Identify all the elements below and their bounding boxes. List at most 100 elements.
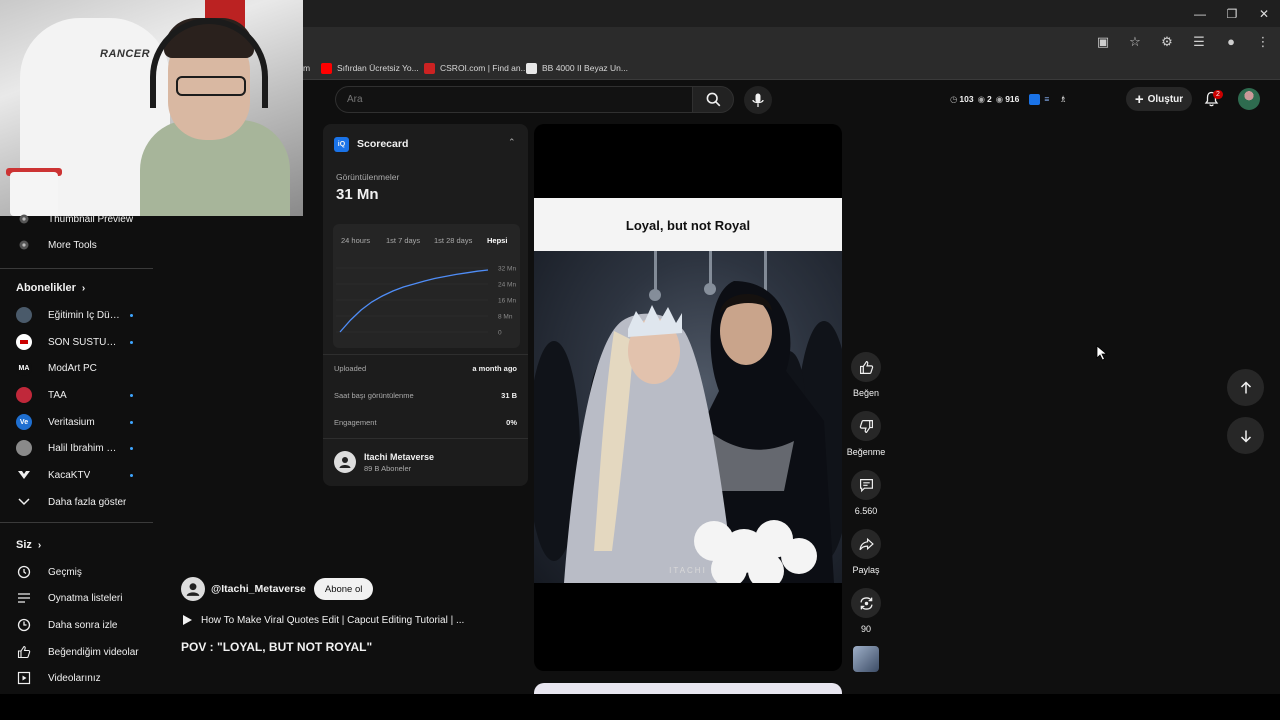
remix-action[interactable]: 90 [845,588,887,634]
sidebar-item-label: ModArt PC [48,362,97,374]
scorecard-header[interactable]: iQ Scorecard [334,136,408,152]
menu-icon[interactable]: ⋮ [1254,33,1272,51]
watch-later-icon [16,617,32,633]
sidebar-show-more[interactable]: Daha fazla göster [0,489,153,515]
new-content-dot [130,420,133,424]
sound-thumbnail[interactable] [853,646,879,672]
tab-first-28-days[interactable]: 1st 28 days [434,236,472,245]
stat-value: 31 B [501,391,517,400]
sidebar-item-subscription[interactable]: SON SUSTURUCU [0,329,153,355]
sidebar-divider [0,268,153,269]
sidebar-item-label: SON SUSTURUCU [48,336,122,348]
bookmark-item[interactable]: m [303,60,310,76]
user-avatar[interactable] [1238,88,1260,110]
bookmark-item[interactable]: CSROI.com | Find an... [424,60,528,76]
profile-icon[interactable]: ● [1222,33,1240,51]
extensions-icon[interactable]: ⚙ [1158,33,1176,51]
sidebar-item-label: KacaKTV [48,469,91,481]
new-content-dot [130,340,133,344]
iq-icon[interactable] [1029,93,1041,105]
channel-subscribers: 89 B Aboneler [364,463,412,473]
sidebar-item-subscription[interactable]: KacaKTV [0,462,153,488]
create-label: Oluştur [1147,93,1184,105]
share-action[interactable]: Paylaş [845,529,887,575]
mouse-cursor-icon [1096,345,1108,366]
video-frame[interactable]: ITACHI [534,251,842,583]
youtube-icon [321,62,332,74]
taskbar-strip [0,694,1280,720]
like-icon [859,360,873,374]
install-app-icon[interactable]: ▣ [1094,33,1112,51]
trophy-icon[interactable]: ♗ [1059,94,1067,105]
remix-button[interactable] [851,588,881,618]
stat-value: 0% [506,418,517,427]
video-title: POV : "LOYAL, BUT NOT ROYAL" [181,640,373,654]
create-button[interactable]: + Oluştur [1126,87,1192,111]
media-icon[interactable]: ☰ [1190,33,1208,51]
sidebar-item-more-tools[interactable]: More Tools [0,232,153,258]
sidebar-item-playlists[interactable]: Oynatma listeleri [0,585,153,611]
sidebar-item-subscription[interactable]: Halil İbrahim Gök... [0,435,153,461]
list-icon[interactable]: ≡ [1044,94,1049,104]
channel-avatar[interactable] [181,577,205,601]
voice-search-button[interactable] [744,86,772,114]
like-action[interactable]: Beğen [845,352,887,398]
remix-icon [860,596,872,610]
share-button[interactable] [851,529,881,559]
sidebar-item-label: Videolarınız [48,672,101,684]
comment-icon [859,478,873,492]
dislike-action[interactable]: Beğenme [845,411,887,457]
window-controls: — ❐ ✕ [1184,0,1280,27]
share-icon [858,537,874,550]
restore-icon[interactable]: ❐ [1216,0,1248,27]
sidebar-item-subscription[interactable]: MA ModArt PC [0,355,153,381]
subscriptions-header[interactable]: Abonelikler › [16,282,85,294]
sidebar-item-thumbnail-preview[interactable]: Thumbnail Preview [0,206,153,232]
sidebar-divider [0,522,153,523]
subscribe-button[interactable]: Abone ol [313,578,374,600]
dislike-icon [859,419,873,433]
search-button[interactable] [692,86,734,113]
bookmark-item[interactable]: Sıfırdan Ücretsiz Yo... [321,60,419,76]
sidebar-item-liked-videos[interactable]: Beğendiğim videolar [0,639,153,665]
iq-logo-icon: iQ [334,136,349,152]
scorecard-channel[interactable]: Itachi Metaverse 89 B Aboneler [334,451,434,473]
chevron-up-icon[interactable]: ⌃ [508,137,516,148]
tab-all[interactable]: Hepsi [487,236,507,245]
bookmark-label: Sıfırdan Ücretsiz Yo... [337,63,419,73]
you-title: Siz [16,539,32,551]
y-tick-label: 16 Mn [498,298,516,305]
arrow-down-icon [1240,430,1251,443]
you-header[interactable]: Siz › [16,539,41,551]
channel-row: @Itachi_Metaverse Abone ol [181,577,374,601]
sidebar-item-history[interactable]: Geçmiş [0,559,153,585]
microphone-icon [752,93,764,107]
minimize-icon[interactable]: — [1184,0,1216,27]
previous-short-button[interactable] [1227,369,1264,406]
next-short-button[interactable] [1227,417,1264,454]
star-icon[interactable]: ☆ [1126,33,1144,51]
comment-action[interactable]: 6.560 [845,470,887,516]
tab-24-hours[interactable]: 24 hours [341,236,370,245]
channel-handle[interactable]: @Itachi_Metaverse [211,583,306,595]
sidebar-item-label: Thumbnail Preview [48,213,134,225]
sidebar-item-label: Beğendiğim videolar [48,646,139,658]
playlist-link[interactable]: How To Make Viral Quotes Edit | Capcut E… [181,612,464,628]
sidebar-item-subscription[interactable]: Ve Veritasium [0,409,153,435]
sidebar-item-subscription[interactable]: TAA [0,382,153,408]
like-button[interactable] [851,352,881,382]
notification-badge: 2 [1213,90,1223,99]
tab-first-7-days[interactable]: 1st 7 days [386,236,420,245]
search-input[interactable] [335,86,693,113]
sidebar-item-watch-later[interactable]: Daha sonra izle [0,612,153,638]
close-icon[interactable]: ✕ [1248,0,1280,27]
comment-button[interactable] [851,470,881,500]
sidebar-item-subscription[interactable]: Eğitimin İç Düny... [0,302,153,328]
extension-stats-bar[interactable]: ◷ 103 ◉ 2 ◉ 916 ≡ ♗ [950,91,1067,107]
dislike-button[interactable] [851,411,881,441]
sidebar-item-your-videos[interactable]: Videolarınız [0,665,153,691]
sidebar-item-label: TAA [48,389,67,401]
y-tick-label: 24 Mn [498,282,516,289]
bookmark-item[interactable]: BB 4000 II Beyaz Un... [526,60,628,76]
arrow-up-icon [1240,380,1251,393]
